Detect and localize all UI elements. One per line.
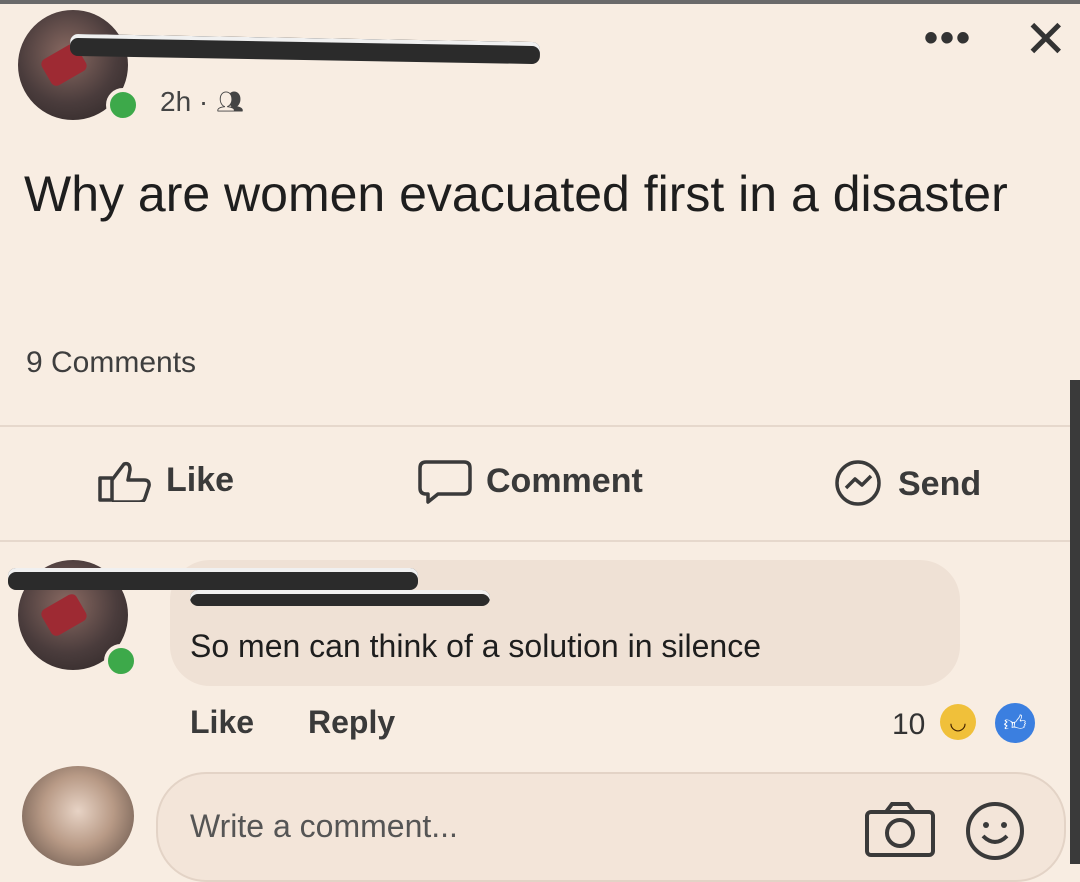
thumbs-up-icon: [96, 458, 152, 502]
comment-bubble-icon: [418, 458, 472, 504]
messenger-icon: [832, 458, 884, 510]
redacted-commenter-name-2: [190, 590, 490, 606]
camera-icon[interactable]: [864, 800, 936, 863]
more-options-icon[interactable]: •••: [924, 18, 972, 58]
comment-reply-button[interactable]: Reply: [308, 704, 395, 741]
send-button[interactable]: Send: [832, 458, 981, 510]
redacted-commenter-name: [8, 568, 418, 590]
like-label: Like: [166, 460, 235, 499]
like-button[interactable]: Like: [96, 458, 234, 502]
post-time[interactable]: 2h ·: [160, 86, 208, 118]
post-text: Why are women evacuated first in a disas…: [24, 166, 1008, 222]
send-label: Send: [898, 464, 982, 503]
comment-input-placeholder[interactable]: Write a comment...: [190, 808, 458, 845]
like-reaction-icon[interactable]: 👍︎: [992, 700, 1038, 746]
reaction-count[interactable]: 10: [892, 708, 925, 742]
comments-count[interactable]: 9 Comments: [26, 346, 196, 380]
current-user-avatar[interactable]: [22, 766, 134, 866]
comment-label: Comment: [486, 461, 643, 500]
comment-like-button[interactable]: Like: [190, 704, 254, 741]
online-status-indicator: [104, 644, 138, 678]
close-icon[interactable]: ✕: [1024, 14, 1068, 66]
divider: [0, 425, 1070, 427]
window-edge: [1070, 380, 1080, 864]
friends-icon: 👥︎: [216, 89, 245, 114]
online-status-indicator: [106, 88, 140, 122]
comment-button[interactable]: Comment: [418, 458, 643, 504]
divider: [0, 540, 1070, 542]
emoji-icon[interactable]: [964, 800, 1026, 867]
post-meta: 2h · 👥︎: [160, 86, 244, 118]
comment-text: So men can think of a solution in silenc…: [190, 628, 761, 664]
haha-reaction-icon[interactable]: ◡: [940, 704, 976, 740]
